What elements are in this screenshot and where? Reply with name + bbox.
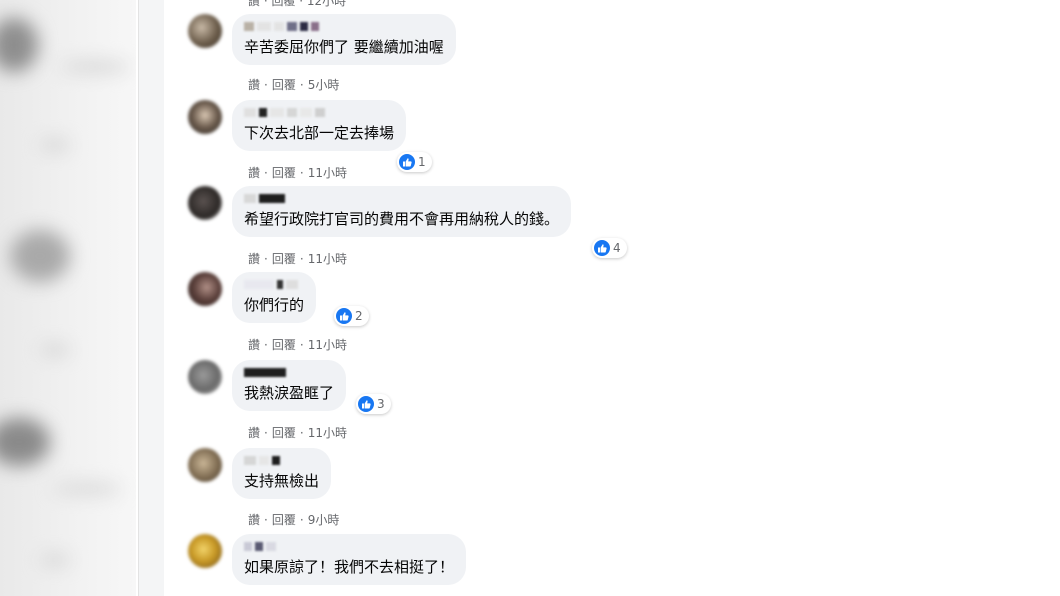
commenter-name-redacted[interactable] bbox=[244, 366, 334, 378]
avatar[interactable] bbox=[188, 100, 222, 134]
reaction-count[interactable]: 1 bbox=[397, 152, 432, 172]
comment-actions: 讚 · 回覆 · 11小時 bbox=[248, 252, 347, 266]
reply-link[interactable]: 回覆 bbox=[272, 78, 296, 92]
reply-link[interactable]: 回覆 bbox=[272, 513, 296, 527]
comment-meta-previous: 讚 · 回覆 · 12小時 bbox=[248, 0, 347, 8]
commenter-name-redacted[interactable] bbox=[244, 106, 394, 118]
reply-link[interactable]: 回覆 bbox=[272, 426, 296, 440]
like-link[interactable]: 讚 bbox=[248, 338, 260, 352]
comment-text: 辛苦委屈你們了 要繼續加油喔 bbox=[244, 38, 444, 56]
reply-link[interactable]: 回覆 bbox=[272, 338, 296, 352]
reaction-number: 4 bbox=[613, 241, 621, 255]
comment-time[interactable]: 11小時 bbox=[308, 166, 347, 180]
blurred-sidebar bbox=[0, 0, 136, 596]
comment-text: 下次去北部一定去捧場 bbox=[244, 124, 395, 142]
column-divider bbox=[138, 0, 164, 596]
comment-time[interactable]: 11小時 bbox=[308, 252, 347, 266]
avatar[interactable] bbox=[188, 360, 222, 394]
comment-bubble: 下次去北部一定去捧場 bbox=[232, 100, 407, 151]
commenter-name-redacted[interactable] bbox=[244, 454, 319, 466]
comment-time[interactable]: 11小時 bbox=[308, 426, 347, 440]
comment-actions: 讚 · 回覆 · 9小時 bbox=[248, 513, 340, 527]
avatar[interactable] bbox=[188, 448, 222, 482]
commenter-name-redacted[interactable] bbox=[244, 20, 444, 32]
comment-time[interactable]: 5小時 bbox=[308, 78, 340, 92]
comment-actions: 讚 · 回覆 · 11小時 bbox=[248, 166, 347, 180]
thumbs-up-icon bbox=[399, 154, 415, 170]
like-link[interactable]: 讚 bbox=[248, 513, 260, 527]
reaction-count[interactable]: 4 bbox=[592, 238, 627, 258]
comment-actions: 讚 · 回覆 · 11小時 bbox=[248, 426, 347, 440]
comment-text: 支持無檢出 bbox=[244, 472, 320, 490]
like-link[interactable]: 讚 bbox=[248, 166, 260, 180]
comment-actions: 讚 · 回覆 · 11小時 bbox=[248, 338, 347, 352]
reply-link[interactable]: 回覆 bbox=[272, 166, 296, 180]
like-link[interactable]: 讚 bbox=[248, 252, 260, 266]
comment-bubble: 支持無檢出 bbox=[232, 448, 332, 499]
comment-time[interactable]: 11小時 bbox=[308, 338, 347, 352]
comment-text: 你們行的 bbox=[244, 296, 305, 314]
commenter-name-redacted[interactable] bbox=[244, 192, 559, 204]
commenter-name-redacted[interactable] bbox=[244, 278, 304, 290]
comment-bubble: 你們行的 bbox=[232, 272, 317, 323]
comment-text: 我熱淚盈眶了 bbox=[244, 384, 335, 402]
reaction-count[interactable]: 2 bbox=[334, 306, 369, 326]
avatar[interactable] bbox=[188, 14, 222, 48]
like-link[interactable]: 讚 bbox=[248, 78, 260, 92]
avatar[interactable] bbox=[188, 186, 222, 220]
reaction-number: 3 bbox=[377, 397, 385, 411]
reply-link[interactable]: 回覆 bbox=[272, 252, 296, 266]
comment-bubble: 如果原諒了！我們不去相挺了！ bbox=[232, 534, 467, 585]
comment-bubble: 我熱淚盈眶了 bbox=[232, 360, 347, 411]
like-link[interactable]: 讚 bbox=[248, 426, 260, 440]
commenter-name-redacted[interactable] bbox=[244, 540, 454, 552]
comment-bubble: 辛苦委屈你們了 要繼續加油喔 bbox=[232, 14, 456, 65]
comment-time[interactable]: 9小時 bbox=[308, 513, 340, 527]
comment-actions: 讚 · 回覆 · 5小時 bbox=[248, 78, 340, 92]
avatar[interactable] bbox=[188, 272, 222, 306]
thumbs-up-icon bbox=[358, 396, 374, 412]
reaction-number: 2 bbox=[355, 309, 363, 323]
thumbs-up-icon bbox=[336, 308, 352, 324]
thumbs-up-icon bbox=[594, 240, 610, 256]
comment-text: 如果原諒了！我們不去相挺了！ bbox=[244, 558, 455, 576]
comment-bubble: 希望行政院打官司的費用不會再用納稅人的錢。 bbox=[232, 186, 572, 237]
reaction-number: 1 bbox=[418, 155, 426, 169]
comment-text: 希望行政院打官司的費用不會再用納稅人的錢。 bbox=[244, 210, 560, 228]
avatar[interactable] bbox=[188, 534, 222, 568]
reaction-count[interactable]: 3 bbox=[356, 394, 391, 414]
